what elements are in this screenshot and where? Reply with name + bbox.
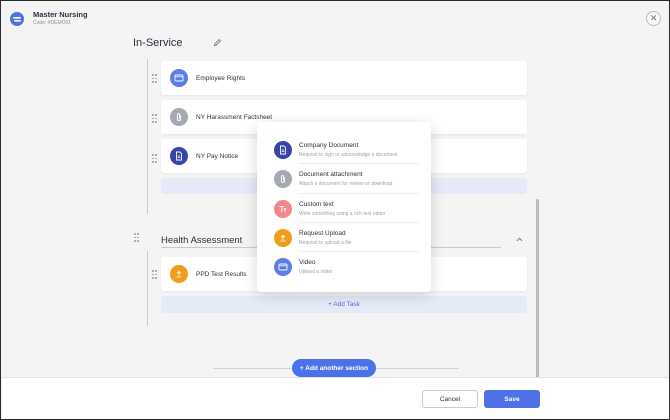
section-title-health-assessment[interactable]: Health Assessment	[161, 235, 242, 246]
workflow-code: Code: #DEMO01	[33, 20, 72, 26]
task-label: Employee Rights	[196, 74, 246, 82]
menu-item-title: Company Document	[299, 142, 359, 149]
document-icon	[170, 147, 188, 165]
pencil-icon[interactable]	[213, 38, 222, 47]
menu-item-document-attachment[interactable]: Document attachment Attach a document fo…	[257, 164, 431, 194]
menu-item-description: Upload a video	[299, 269, 333, 275]
brand-logo-icon	[10, 12, 24, 26]
task-type-menu: Company Document Request to sign or ackn…	[257, 122, 431, 292]
text-icon	[274, 200, 292, 218]
menu-item-description: Attach a document for review or download	[299, 181, 393, 187]
task-label: PPD Test Results	[196, 270, 247, 278]
menu-item-video[interactable]: Video Upload a video	[257, 252, 431, 282]
close-button[interactable]: ✕	[646, 11, 661, 26]
upload-icon	[274, 229, 292, 247]
section-title-in-service[interactable]: In-Service	[133, 37, 183, 49]
drag-handle[interactable]	[152, 154, 158, 163]
cancel-button[interactable]: Cancel	[422, 390, 478, 408]
menu-item-request-upload[interactable]: Request Upload Request to upload a file	[257, 223, 431, 253]
drag-handle[interactable]	[152, 114, 158, 123]
paperclip-icon	[274, 170, 292, 188]
scrollbar[interactable]	[536, 199, 539, 379]
menu-item-title: Request Upload	[299, 230, 346, 237]
section-connector	[147, 59, 148, 214]
chevron-up-icon[interactable]	[516, 237, 523, 242]
task-label: NY Pay Notice	[196, 152, 239, 160]
menu-item-title: Video	[299, 259, 316, 266]
section-drag-handle[interactable]	[134, 233, 140, 242]
add-another-section-button[interactable]: + Add another section	[292, 359, 376, 377]
footer	[2, 377, 669, 419]
menu-item-company-document[interactable]: Company Document Request to sign or ackn…	[257, 135, 431, 165]
drag-handle[interactable]	[152, 270, 158, 279]
upload-icon	[170, 265, 188, 283]
task-row-employee-rights[interactable]: Employee Rights	[161, 61, 527, 95]
menu-item-description: Request to sign or acknowledge a documen…	[299, 152, 398, 158]
menu-item-title: Document attachment	[299, 171, 363, 178]
document-icon	[274, 141, 292, 159]
menu-item-custom-text[interactable]: Custom text Write something using a rich…	[257, 194, 431, 224]
close-icon: ✕	[649, 13, 658, 23]
video-icon	[170, 69, 188, 87]
save-button[interactable]: Save	[484, 390, 540, 408]
video-icon	[274, 258, 292, 276]
menu-item-description: Request to upload a file	[299, 240, 352, 246]
brand: Master Nursing Code: #DEMO01	[10, 10, 88, 27]
section-connector	[147, 251, 148, 326]
app-window: Master Nursing Code: #DEMO01 ✕ In-Servic…	[0, 0, 670, 420]
menu-item-title: Custom text	[299, 201, 334, 208]
menu-item-description: Write something using a rich text editor	[299, 211, 386, 217]
workflow-title: Master Nursing	[33, 10, 88, 19]
drag-handle[interactable]	[152, 74, 158, 83]
paperclip-icon	[170, 108, 188, 126]
task-label: NY Harassment Factsheet	[196, 113, 273, 121]
add-task-button[interactable]: + Add Task	[161, 296, 527, 313]
